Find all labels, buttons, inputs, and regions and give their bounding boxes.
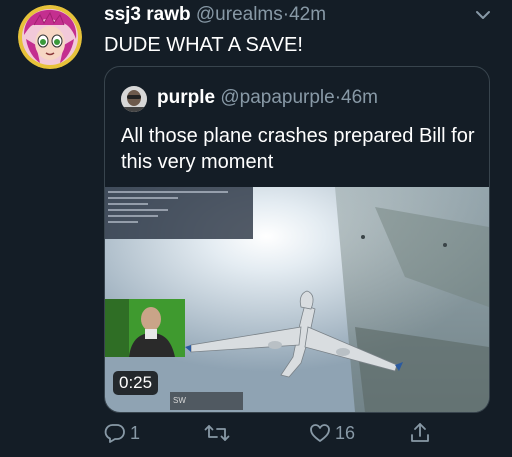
- reply-icon: [104, 424, 125, 443]
- quote-user-handle[interactable]: @papapurple: [220, 87, 334, 108]
- tweet: ssj3 rawb @urealms·42m DUDE WHAT A SAVE!…: [0, 0, 512, 457]
- share-button[interactable]: [409, 420, 435, 446]
- reply-count: 1: [130, 422, 141, 443]
- avatar[interactable]: [18, 5, 82, 69]
- stream-chat-overlay: [105, 187, 253, 239]
- game-hud: SW: [170, 392, 243, 410]
- anime-character-avatar-icon: [18, 5, 82, 69]
- quote-header: purple @papapurple·46m: [157, 86, 378, 110]
- tweet-text: DUDE WHAT A SAVE!: [104, 34, 303, 56]
- quote-timestamp[interactable]: 46m: [341, 87, 378, 108]
- tweet-header: ssj3 rawb @urealms·42m: [104, 3, 326, 27]
- user-avatar-icon[interactable]: [121, 86, 147, 112]
- like-count: 16: [335, 422, 356, 443]
- user-handle[interactable]: @urealms: [196, 4, 283, 25]
- quote-text: All those plane crashes prepared Bill fo…: [121, 125, 475, 173]
- video-player[interactable]: 0:25 SW: [105, 187, 489, 412]
- like-button[interactable]: 16: [309, 420, 355, 446]
- timestamp[interactable]: 42m: [289, 4, 326, 25]
- quoted-tweet[interactable]: purple @papapurple·46m All those plane c…: [104, 66, 490, 413]
- chevron-down-icon[interactable]: [474, 8, 492, 22]
- video-duration: 0:25: [113, 371, 159, 395]
- retweet-button[interactable]: [204, 420, 234, 446]
- quote-display-name[interactable]: purple: [157, 87, 215, 108]
- reply-button[interactable]: 1: [104, 420, 140, 446]
- webcam-overlay: [105, 299, 185, 357]
- tweet-actions: 1 16: [104, 420, 484, 446]
- share-icon: [411, 423, 429, 442]
- display-name[interactable]: ssj3 rawb: [104, 4, 191, 25]
- retweet-icon: [204, 425, 230, 441]
- heart-icon: [310, 424, 330, 442]
